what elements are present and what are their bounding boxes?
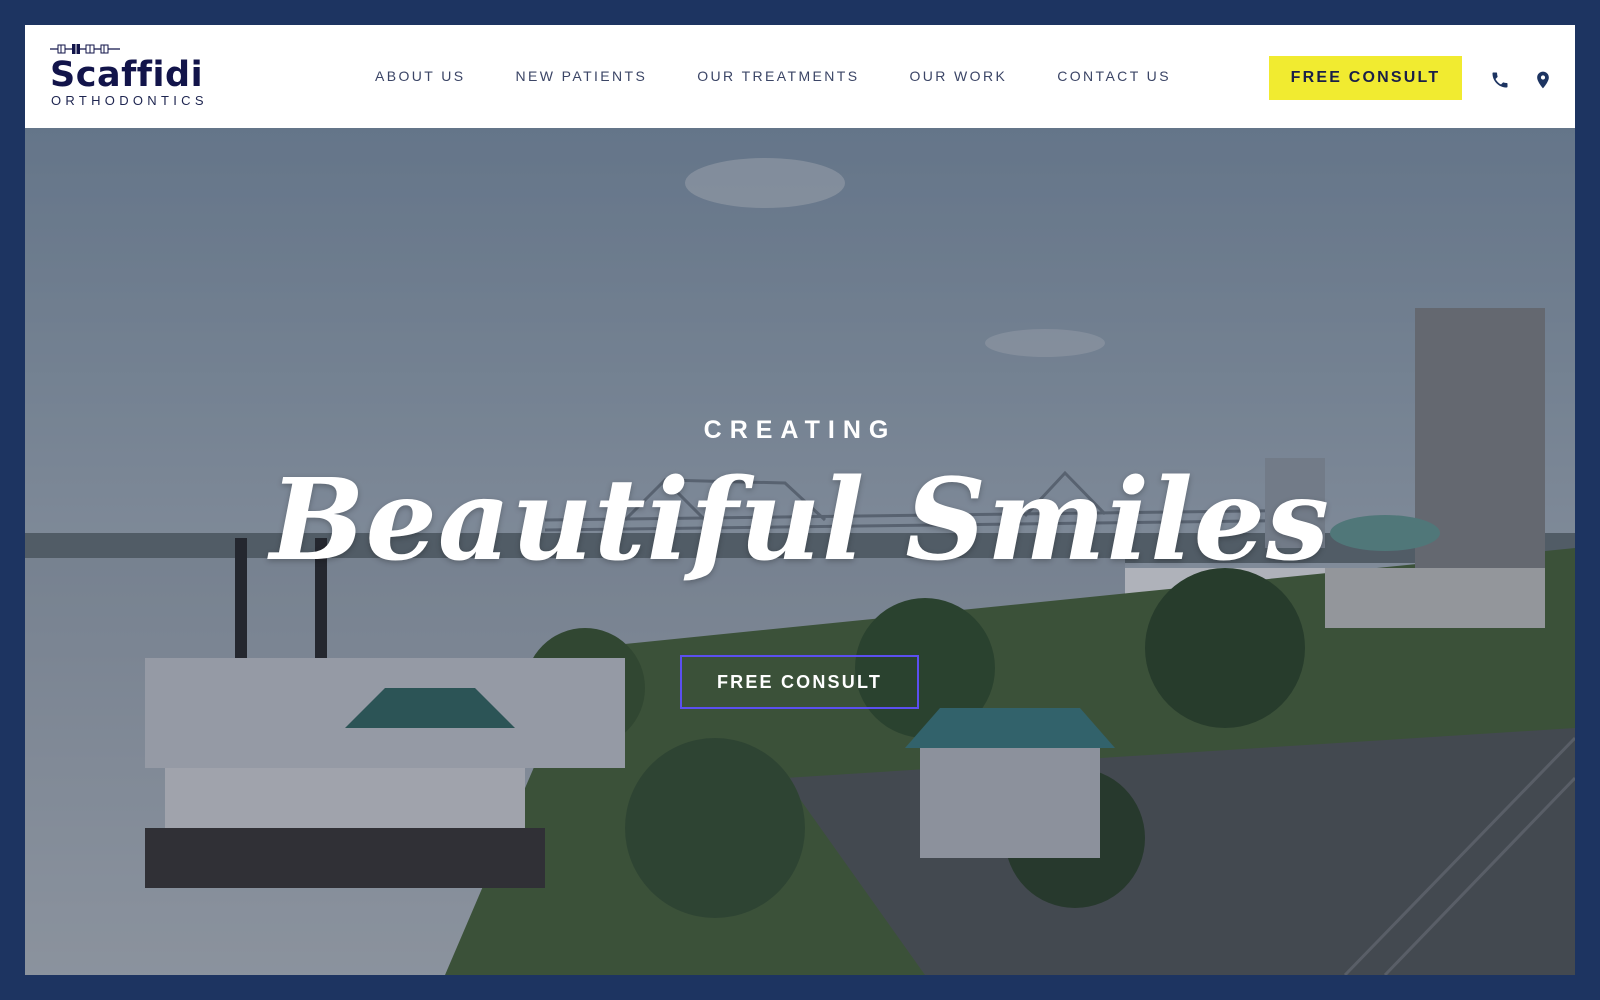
site-header: Scaffidi ORTHODONTICS ABOUT US NEW PATIE… [25,25,1575,128]
logo-tagline: ORTHODONTICS [51,93,208,108]
nav-item-our-work[interactable]: OUR WORK [909,25,1007,128]
free-consult-button[interactable]: FREE CONSULT [1269,56,1462,100]
hero-free-consult-button[interactable]: FREE CONSULT [680,655,919,709]
nav-item-our-treatments[interactable]: OUR TREATMENTS [697,25,859,128]
braces-logo-icon [50,44,120,54]
main-nav: ABOUT US NEW PATIENTS OUR TREATMENTS OUR… [375,25,1171,128]
page-frame: Scaffidi ORTHODONTICS ABOUT US NEW PATIE… [25,25,1575,975]
hero-eyebrow: CREATING [703,416,897,444]
map-pin-icon[interactable] [1533,69,1553,91]
logo-name: Scaffidi [50,55,204,95]
hero-section: CREATING Beautiful Smiles FREE CONSULT [25,128,1575,975]
nav-item-contact-us[interactable]: CONTACT US [1057,25,1171,128]
hero-title: Beautiful Smiles [269,455,1331,586]
phone-icon[interactable] [1490,69,1510,91]
nav-item-new-patients[interactable]: NEW PATIENTS [516,25,648,128]
nav-item-about-us[interactable]: ABOUT US [375,25,466,128]
logo[interactable]: Scaffidi ORTHODONTICS [50,43,230,113]
